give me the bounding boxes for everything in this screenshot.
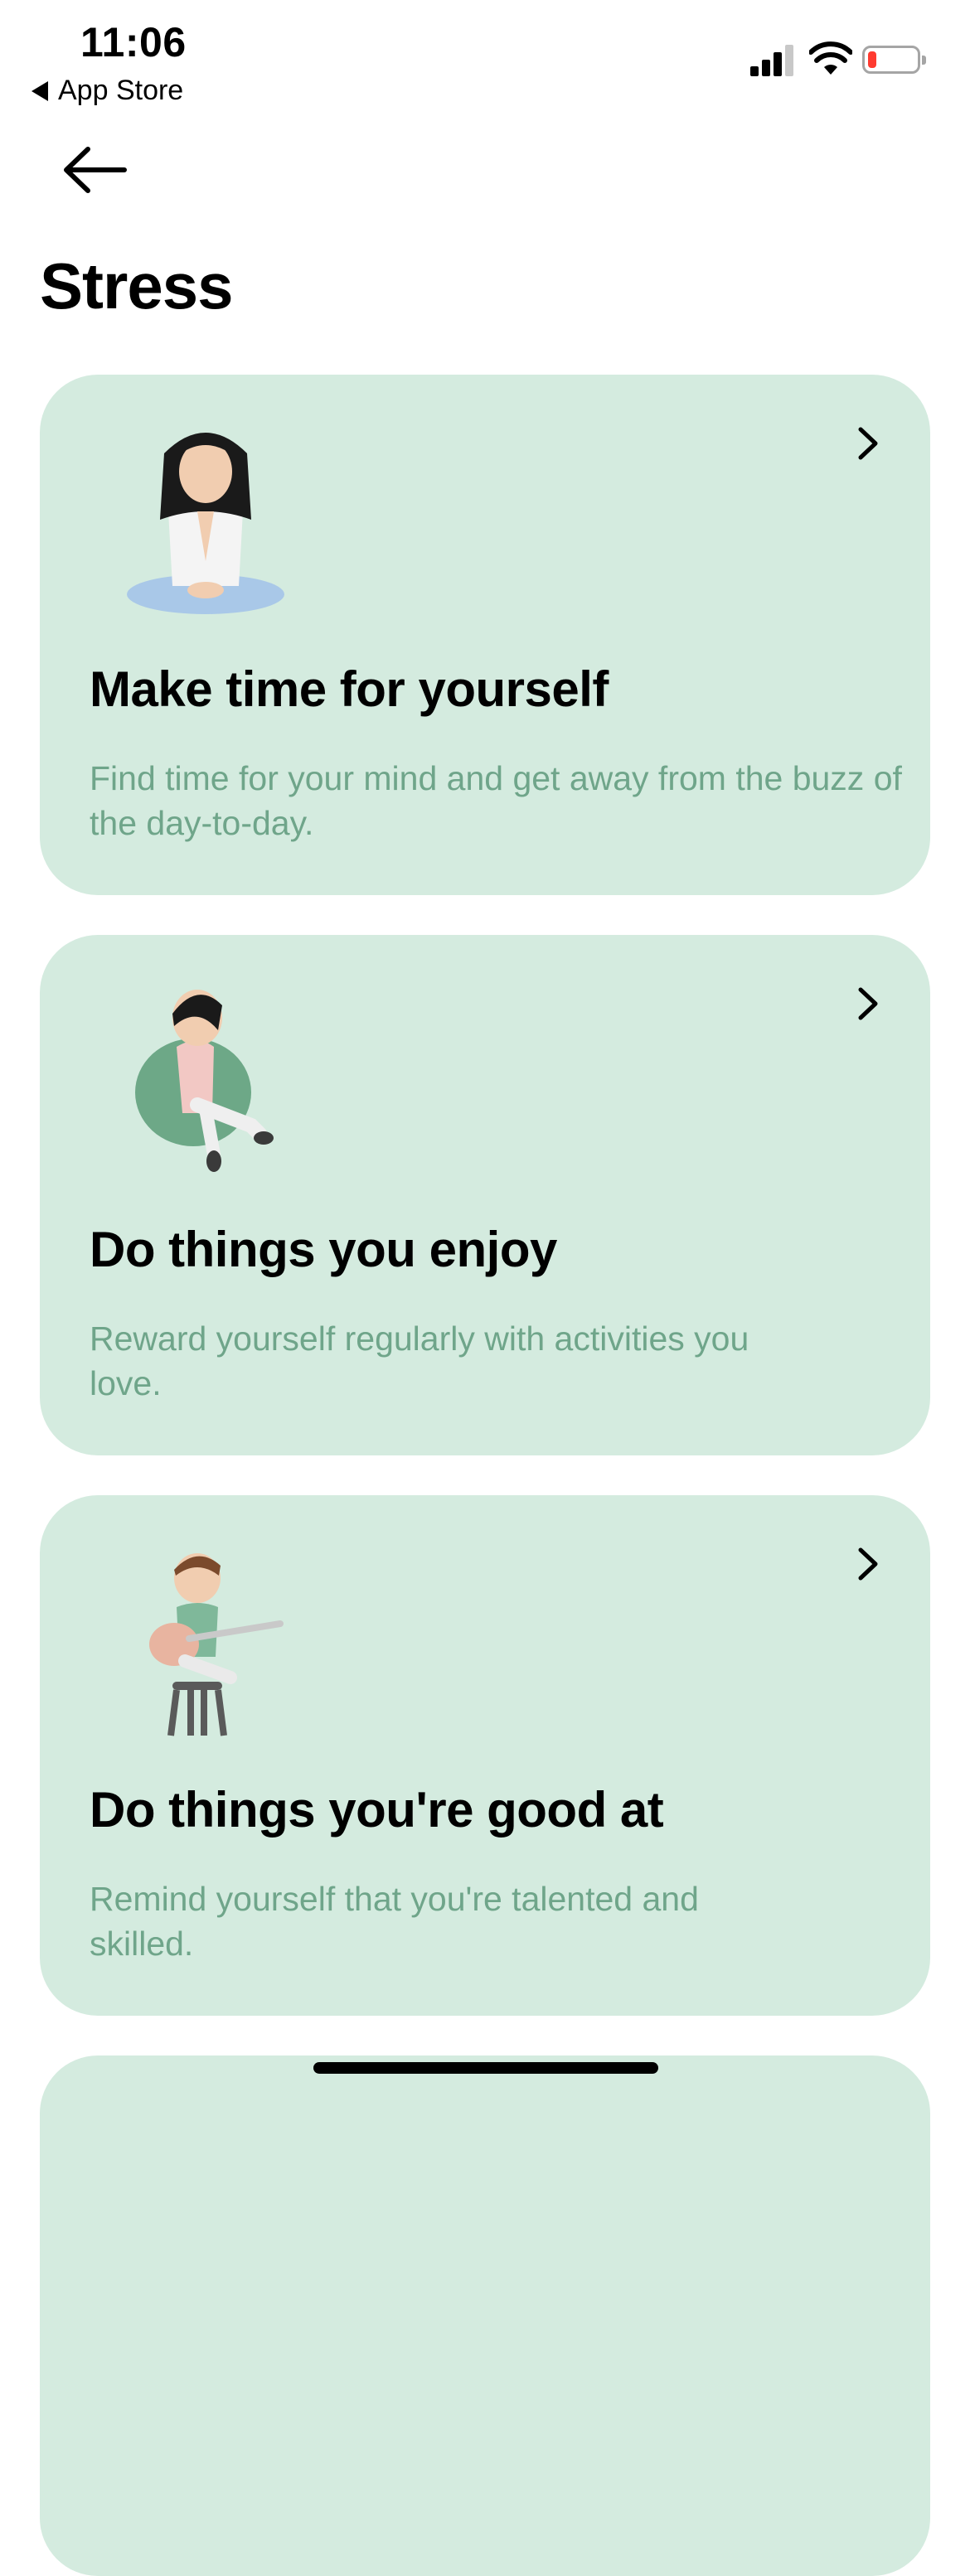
reading-woman-beanbag-illustration: [135, 990, 274, 1172]
card-description: Remind yourself that you're talented and…: [90, 1880, 699, 1963]
page-title: Stress: [40, 249, 233, 322]
back-to-app-link[interactable]: App Store: [32, 75, 183, 107]
chevron-right-icon: [858, 427, 878, 460]
cellular-signal-icon: [750, 43, 795, 76]
wifi-icon: [809, 41, 852, 75]
card-do-things-good-at[interactable]: Do things you're good at Remind yourself…: [40, 1495, 930, 2016]
chevron-right-icon: [858, 1547, 878, 1581]
card-make-time[interactable]: Make time for yourself Find time for you…: [40, 375, 930, 895]
back-app-label: App Store: [58, 75, 184, 106]
card-title: Do things you're good at: [90, 1782, 664, 1838]
card-title: Make time for yourself: [90, 661, 609, 717]
card-title: Do things you enjoy: [90, 1222, 557, 1277]
chevron-right-icon: [858, 987, 878, 1020]
back-triangle-icon: [32, 80, 48, 101]
meditating-woman-illustration: [127, 433, 284, 614]
guitar-man-stool-illustration: [149, 1553, 284, 1736]
card-next-partial[interactable]: [40, 2055, 930, 2576]
battery-icon: [862, 46, 926, 74]
home-indicator[interactable]: [313, 2062, 658, 2074]
card-do-things-enjoy[interactable]: Do things you enjoy Reward yourself regu…: [40, 935, 930, 1455]
card-description: Find time for your mind and get away fro…: [90, 759, 902, 842]
arrow-left-icon[interactable]: [58, 141, 133, 199]
status-bar: 11:06 App Store: [0, 0, 970, 116]
status-time: 11:06: [80, 19, 187, 65]
card-description: Reward yourself regularly with activitie…: [90, 1319, 749, 1402]
